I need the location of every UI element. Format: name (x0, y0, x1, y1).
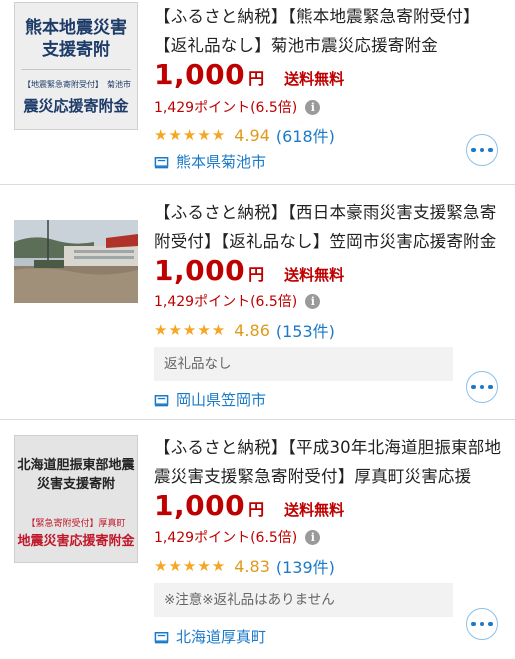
thumbnail-text: 震災応援寄附金 (23, 97, 129, 115)
building-icon (154, 632, 169, 644)
rating-score: 4.94 (234, 125, 270, 145)
price-row: 1,000 円 送料無料 (154, 489, 344, 522)
more-options-button[interactable] (466, 134, 498, 166)
more-dots-icon (479, 384, 485, 390)
price-row: 1,000 円 送料無料 (154, 58, 344, 91)
more-dots-icon (488, 147, 493, 153)
points-text: 1,429ポイント(6.5倍) (154, 294, 298, 310)
rating-score: 4.86 (234, 320, 270, 340)
points-row: 1,429ポイント(6.5倍) i (154, 97, 321, 117)
thumbnail-text: 【緊急寄附受付】厚真町 (26, 519, 126, 529)
star-icon: ★★★★★ (154, 126, 227, 144)
more-dots-icon (488, 384, 493, 390)
review-count[interactable]: (153件) (276, 318, 335, 342)
building-icon (154, 395, 169, 407)
thumbnail-text: 【地震緊急寄附受付】 (23, 80, 103, 89)
shipping-label: 送料無料 (284, 266, 345, 284)
rating-row[interactable]: ★★★★★ 4.94 (618件) (154, 123, 335, 147)
more-dots-icon (488, 621, 493, 627)
flood-photo (14, 220, 138, 303)
location-link[interactable]: 北海道厚真町 (154, 626, 266, 647)
product-thumbnail[interactable]: 熊本地震災害 支援寄附 【地震緊急寄附受付】 菊池市 震災応援寄附金 (14, 2, 138, 130)
more-dots-icon (471, 147, 476, 153)
product-title[interactable]: 【ふるさと納税】【平成30年北海道胆振東部地震災害支援緊急寄附受付】厚真町災害応… (154, 433, 502, 491)
points-row: 1,429ポイント(6.5倍) i (154, 291, 321, 311)
product-item[interactable]: 熊本地震災害 支援寄附 【地震緊急寄附受付】 菊池市 震災応援寄附金 【ふるさと… (0, 0, 515, 184)
product-title[interactable]: 【ふるさと納税】【熊本地震緊急寄附受付】【返礼品なし】菊池市震災応援寄附金 (154, 2, 502, 60)
currency: 円 (248, 69, 265, 88)
thumbnail-text: 北海道胆振東部地震 (17, 458, 135, 473)
shipping-label: 送料無料 (284, 501, 345, 519)
product-item[interactable]: 北海道胆振東部地震 災害支援寄附 【緊急寄附受付】厚真町 地震災害応援寄附金 【… (0, 420, 515, 659)
location-text: 熊本県菊池市 (176, 153, 267, 171)
price-row: 1,000 円 送料無料 (154, 254, 344, 287)
product-title[interactable]: 【ふるさと納税】【西日本豪雨災害支援緊急寄附受付】【返礼品なし】笠岡市災害応援寄… (154, 198, 502, 256)
building-icon (154, 157, 169, 169)
more-options-button[interactable] (466, 371, 498, 403)
price: 1,000 (154, 58, 246, 91)
review-count[interactable]: (139件) (276, 554, 335, 578)
info-icon[interactable]: i (305, 529, 321, 545)
thumbnail-text: 災害支援寄附 (36, 477, 115, 492)
location-text: 岡山県笠岡市 (176, 391, 267, 409)
currency: 円 (248, 500, 265, 519)
more-options-button[interactable] (466, 608, 498, 640)
star-icon: ★★★★★ (154, 557, 227, 575)
more-dots-icon (479, 147, 485, 153)
info-icon[interactable]: i (305, 99, 321, 115)
note-box: 返礼品なし (154, 347, 453, 381)
location-link[interactable]: 岡山県笠岡市 (154, 389, 266, 410)
rating-row[interactable]: ★★★★★ 4.86 (153件) (154, 318, 335, 342)
thumbnail-text: 地震災害応援寄附金 (17, 534, 135, 549)
points-text: 1,429ポイント(6.5倍) (154, 530, 298, 546)
points-row: 1,429ポイント(6.5倍) i (154, 527, 321, 547)
thumbnail-text: 支援寄附 (42, 40, 110, 60)
thumbnail-text: 熊本地震災害 (25, 18, 127, 38)
rating-row[interactable]: ★★★★★ 4.83 (139件) (154, 554, 335, 578)
price: 1,000 (154, 254, 246, 287)
rating-score: 4.83 (234, 556, 270, 576)
product-thumbnail[interactable] (14, 220, 138, 303)
points-text: 1,429ポイント(6.5倍) (154, 100, 298, 116)
location-link[interactable]: 熊本県菊池市 (154, 151, 266, 172)
review-count[interactable]: (618件) (276, 123, 335, 147)
more-dots-icon (471, 384, 476, 390)
product-item[interactable]: 【ふるさと納税】【西日本豪雨災害支援緊急寄附受付】【返礼品なし】笠岡市災害応援寄… (0, 185, 515, 419)
thumbnail-text: 菊池市 (107, 80, 131, 89)
star-icon: ★★★★★ (154, 321, 227, 339)
location-text: 北海道厚真町 (176, 628, 267, 646)
price: 1,000 (154, 489, 246, 522)
more-dots-icon (479, 621, 485, 627)
note-box: ※注意※返礼品はありません (154, 583, 453, 617)
shipping-label: 送料無料 (284, 70, 345, 88)
currency: 円 (248, 265, 265, 284)
more-dots-icon (471, 621, 476, 627)
info-icon[interactable]: i (305, 293, 321, 309)
product-thumbnail[interactable]: 北海道胆振東部地震 災害支援寄附 【緊急寄附受付】厚真町 地震災害応援寄附金 (14, 435, 138, 563)
